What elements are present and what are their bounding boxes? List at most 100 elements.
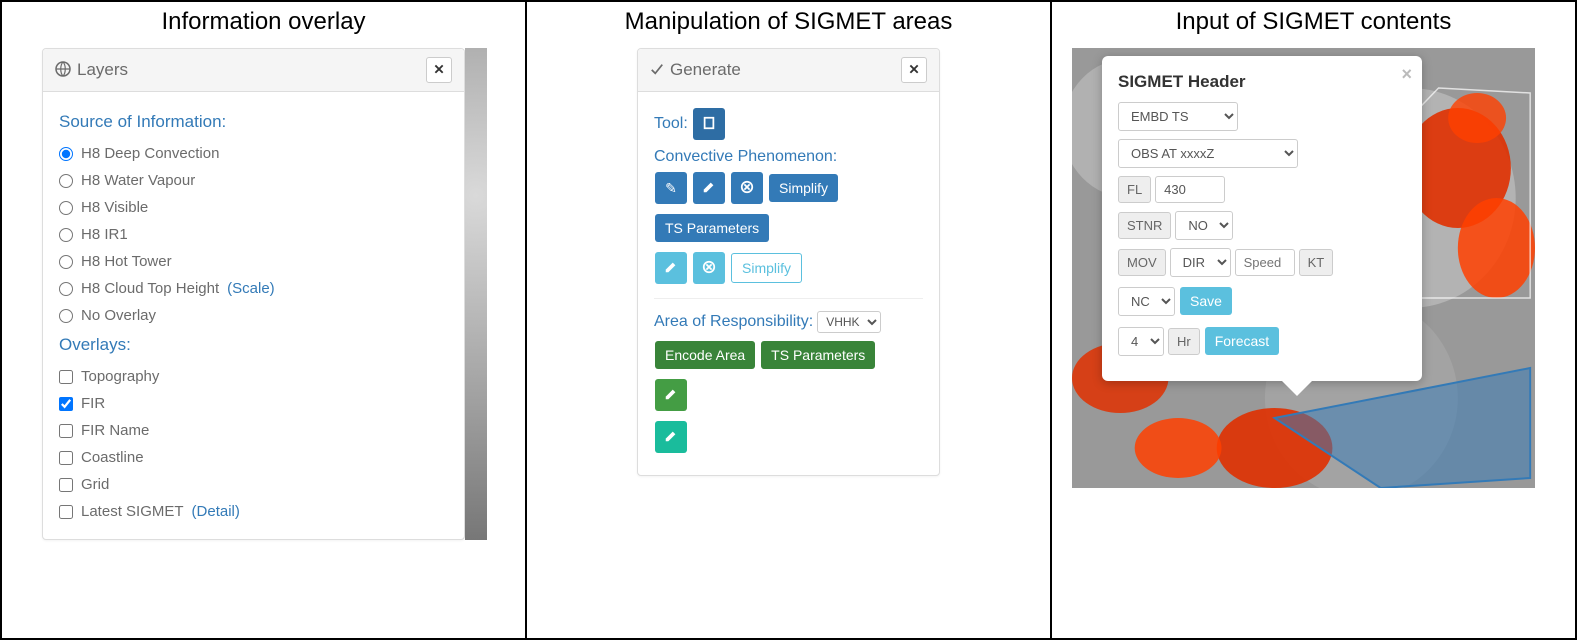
obs-select[interactable]: OBS AT xxxxZ bbox=[1118, 139, 1298, 168]
edit-icon bbox=[664, 429, 678, 446]
speed-input[interactable] bbox=[1235, 249, 1295, 276]
change-select[interactable]: NC bbox=[1118, 287, 1175, 316]
source-heading: Source of Information: bbox=[59, 112, 448, 132]
layers-panel-title: Layers bbox=[77, 60, 128, 80]
popup-title: SIGMET Header bbox=[1118, 72, 1406, 92]
aor-select[interactable]: VHHK bbox=[817, 311, 881, 333]
radio-input[interactable] bbox=[59, 282, 73, 296]
source-label: H8 Cloud Top Height bbox=[81, 280, 219, 297]
source-option-hot-tower[interactable]: H8 Hot Tower bbox=[59, 248, 448, 275]
source-option-deep-conv[interactable]: H8 Deep Convection bbox=[59, 140, 448, 167]
overlays-heading: Overlays: bbox=[59, 335, 448, 355]
save-button[interactable]: Save bbox=[1180, 287, 1232, 315]
dir-select[interactable]: DIR bbox=[1170, 248, 1231, 277]
times-circle-icon bbox=[740, 180, 754, 197]
pencil-icon: ✎ bbox=[665, 180, 677, 197]
source-label: H8 Hot Tower bbox=[81, 253, 172, 270]
ts-parameters-button[interactable]: TS Parameters bbox=[655, 214, 769, 242]
radio-input[interactable] bbox=[59, 147, 73, 161]
overlay-label: Topography bbox=[81, 368, 159, 385]
times-circle-icon bbox=[702, 260, 716, 277]
kt-label: KT bbox=[1299, 249, 1334, 276]
delete-secondary-button[interactable] bbox=[693, 252, 725, 284]
conv-phenom-label: Convective Phenomenon: bbox=[654, 148, 923, 166]
phenomenon-select[interactable]: EMBD TS bbox=[1118, 102, 1238, 131]
radio-input[interactable] bbox=[59, 201, 73, 215]
stnr-select[interactable]: NO bbox=[1175, 211, 1233, 240]
radio-input[interactable] bbox=[59, 255, 73, 269]
map-preview-strip bbox=[465, 48, 487, 540]
source-label: H8 IR1 bbox=[81, 226, 128, 243]
checkbox-input[interactable] bbox=[59, 451, 73, 465]
stnr-label: STNR bbox=[1118, 212, 1171, 239]
overlay-label: Latest SIGMET bbox=[81, 503, 184, 520]
generate-panel-title: Generate bbox=[670, 60, 741, 80]
column-title-input: Input of SIGMET contents bbox=[1052, 2, 1575, 40]
radio-input[interactable] bbox=[59, 174, 73, 188]
edit-icon bbox=[702, 180, 716, 197]
encode-area-button[interactable]: Encode Area bbox=[655, 341, 755, 369]
checkbox-input[interactable] bbox=[59, 397, 73, 411]
overlay-label: FIR bbox=[81, 395, 105, 412]
draw-button[interactable]: ✎ bbox=[655, 172, 687, 204]
overlay-fir[interactable]: FIR bbox=[59, 390, 448, 417]
popup-pointer-icon bbox=[1282, 381, 1312, 396]
source-label: H8 Visible bbox=[81, 199, 148, 216]
overlay-topography[interactable]: Topography bbox=[59, 363, 448, 390]
fl-input[interactable] bbox=[1155, 176, 1225, 203]
column-title-info-overlay: Information overlay bbox=[2, 2, 525, 40]
hr-label: Hr bbox=[1168, 328, 1200, 355]
edit-secondary-button[interactable] bbox=[655, 252, 687, 284]
checkbox-input[interactable] bbox=[59, 424, 73, 438]
overlay-latest-sigmet[interactable]: Latest SIGMET (Detail) bbox=[59, 498, 448, 525]
rectangle-icon bbox=[702, 116, 716, 133]
edit-teal-button[interactable] bbox=[655, 421, 687, 453]
overlay-grid[interactable]: Grid bbox=[59, 471, 448, 498]
edit-button[interactable] bbox=[693, 172, 725, 204]
forecast-button[interactable]: Forecast bbox=[1205, 327, 1279, 355]
detail-link[interactable]: (Detail) bbox=[192, 503, 240, 520]
overlay-coastline[interactable]: Coastline bbox=[59, 444, 448, 471]
simplify-secondary-button[interactable]: Simplify bbox=[731, 253, 802, 283]
generate-panel-close-button[interactable]: ✕ bbox=[901, 57, 927, 83]
checkbox-input[interactable] bbox=[59, 505, 73, 519]
hours-select[interactable]: 4 bbox=[1118, 327, 1164, 356]
source-option-ir1[interactable]: H8 IR1 bbox=[59, 221, 448, 248]
delete-button[interactable] bbox=[731, 172, 763, 204]
column-title-manipulation: Manipulation of SIGMET areas bbox=[527, 2, 1050, 40]
fl-label: FL bbox=[1118, 176, 1151, 203]
source-label: No Overlay bbox=[81, 307, 156, 324]
edit-green-button[interactable] bbox=[655, 379, 687, 411]
overlay-fir-name[interactable]: FIR Name bbox=[59, 417, 448, 444]
sigmet-header-popup: × SIGMET Header EMBD TS OBS AT xxxxZ FL … bbox=[1102, 56, 1422, 381]
divider bbox=[654, 298, 923, 299]
mov-label: MOV bbox=[1118, 249, 1166, 276]
tool-rectangle-button[interactable] bbox=[693, 108, 725, 140]
source-option-none[interactable]: No Overlay bbox=[59, 302, 448, 329]
radio-input[interactable] bbox=[59, 309, 73, 323]
overlay-label: FIR Name bbox=[81, 422, 149, 439]
ts-parameters-green-button[interactable]: TS Parameters bbox=[761, 341, 875, 369]
overlay-label: Coastline bbox=[81, 449, 144, 466]
radio-input[interactable] bbox=[59, 228, 73, 242]
generate-panel: Generate ✕ Tool: Convective Phenomenon: … bbox=[637, 48, 940, 476]
source-label: H8 Water Vapour bbox=[81, 172, 195, 189]
source-option-visible[interactable]: H8 Visible bbox=[59, 194, 448, 221]
close-icon: ✕ bbox=[433, 62, 444, 77]
edit-icon bbox=[664, 260, 678, 277]
layers-panel-close-button[interactable]: ✕ bbox=[426, 57, 452, 83]
tool-label: Tool: bbox=[654, 115, 688, 133]
checkbox-input[interactable] bbox=[59, 370, 73, 384]
edit-icon bbox=[664, 387, 678, 404]
source-option-wv[interactable]: H8 Water Vapour bbox=[59, 167, 448, 194]
checkbox-input[interactable] bbox=[59, 478, 73, 492]
scale-link[interactable]: (Scale) bbox=[227, 280, 275, 297]
source-label: H8 Deep Convection bbox=[81, 145, 219, 162]
simplify-button[interactable]: Simplify bbox=[769, 174, 838, 202]
close-icon: × bbox=[1401, 64, 1412, 84]
layers-panel: Layers ✕ Source of Information: H8 Deep … bbox=[42, 48, 465, 540]
check-icon bbox=[650, 62, 664, 79]
overlay-label: Grid bbox=[81, 476, 109, 493]
source-option-cth[interactable]: H8 Cloud Top Height (Scale) bbox=[59, 275, 448, 302]
popup-close-button[interactable]: × bbox=[1401, 64, 1412, 85]
